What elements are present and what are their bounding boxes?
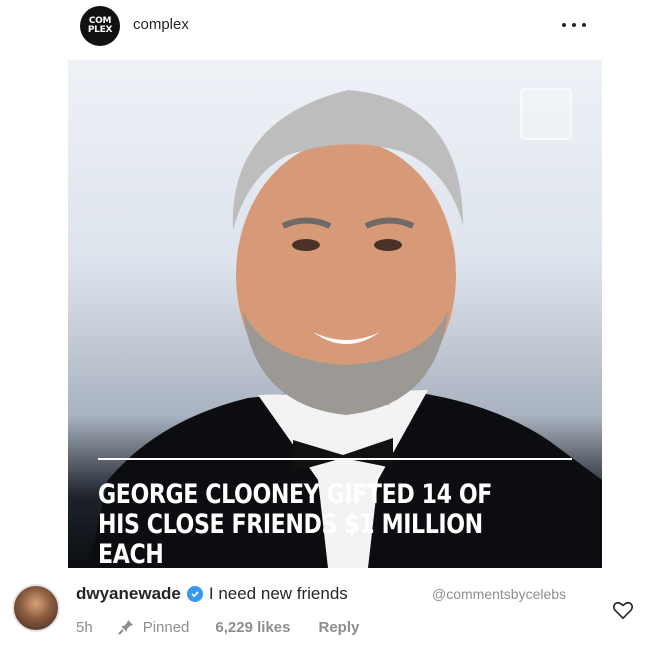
heart-icon[interactable] — [612, 600, 634, 620]
comment-line: dwyanewade I need new friends — [76, 584, 348, 604]
more-horizontal-icon[interactable] — [562, 18, 586, 32]
comment-text: I need new friends — [208, 584, 348, 603]
commenter-avatar[interactable] — [12, 584, 60, 632]
verified-badge-icon — [186, 586, 203, 602]
account-name[interactable]: complex — [133, 16, 189, 33]
pinned-label: Pinned — [142, 618, 190, 636]
comment-username[interactable]: dwyanewade — [76, 584, 181, 604]
headline-divider — [98, 458, 572, 460]
pinned-indicator: Pinned — [117, 618, 190, 636]
comment-meta: 5h Pinned 6,229 likes Reply — [76, 618, 359, 636]
post-header: COM PLEX complex — [0, 0, 650, 56]
post-headline: GEORGE CLOONEY GIFTED 14 OF HIS CLOSE FR… — [98, 479, 493, 569]
complex-watermark-icon — [520, 88, 572, 140]
like-count[interactable]: 6,229 likes — [215, 619, 290, 636]
avatar-text-line2: PLEX — [87, 25, 113, 35]
account-avatar[interactable]: COM PLEX — [80, 6, 120, 46]
pin-icon — [117, 620, 133, 635]
post-image[interactable]: GEORGE CLOONEY GIFTED 14 OF HIS CLOSE FR… — [68, 60, 602, 568]
comment-time: 5h — [76, 618, 93, 636]
reply-button[interactable]: Reply — [318, 619, 359, 636]
credit-handle: @commentsbycelebs — [432, 586, 567, 602]
